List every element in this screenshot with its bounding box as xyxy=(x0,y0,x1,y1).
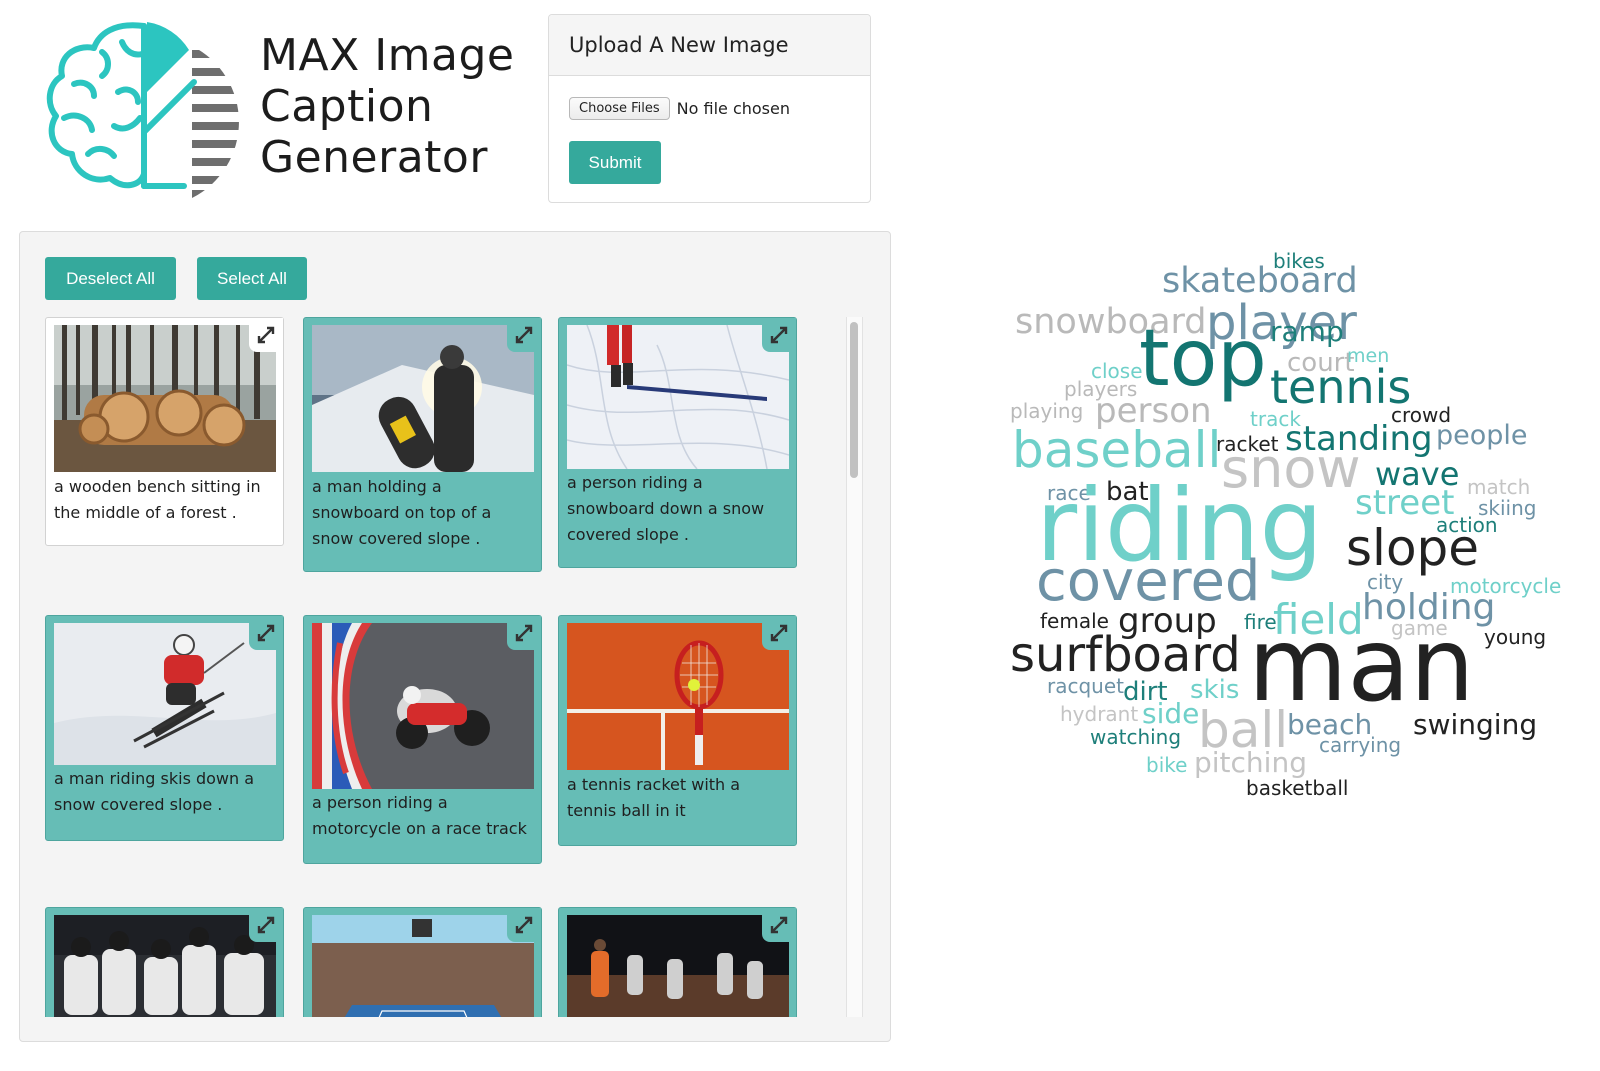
word-basketball: basketball xyxy=(1246,776,1348,800)
upload-panel: Upload A New Image Choose Files No file … xyxy=(548,14,871,203)
title-line-3: Generator xyxy=(260,132,488,183)
image-card[interactable] xyxy=(558,907,797,1017)
gallery-scrollbar[interactable] xyxy=(846,317,863,1017)
word-ramp: ramp xyxy=(1270,315,1344,348)
word-people: people xyxy=(1436,420,1528,451)
image-thumbnail xyxy=(312,325,534,472)
image-card[interactable] xyxy=(45,907,284,1017)
image-thumbnail xyxy=(567,915,789,1017)
app-title: MAX Image Caption Generator xyxy=(260,30,515,183)
image-caption: a wooden bench sitting in the middle of … xyxy=(54,477,261,522)
file-status-text: No file chosen xyxy=(676,99,790,118)
image-caption: a tennis racket with a tennis ball in it xyxy=(567,775,741,820)
word-hydrant: hydrant xyxy=(1060,702,1138,726)
image-thumbnail xyxy=(312,915,534,1017)
image-caption: a person riding a motorcycle on a race t… xyxy=(312,793,527,838)
expand-icon[interactable] xyxy=(249,616,283,650)
expand-icon[interactable] xyxy=(249,908,283,942)
file-input-row: Choose Files No file chosen xyxy=(569,97,790,120)
image-card[interactable]: a person riding a motorcycle on a race t… xyxy=(303,615,542,864)
word-cloud: bikes skateboard snowboard player ramp top cou… xyxy=(990,235,1590,825)
image-card[interactable]: a person riding a snowboard down a snow … xyxy=(558,317,797,568)
deselect-all-button[interactable]: Deselect All xyxy=(45,257,176,300)
image-card[interactable] xyxy=(303,907,542,1017)
image-caption: a man holding a snowboard on top of a sn… xyxy=(312,477,492,548)
expand-icon[interactable] xyxy=(249,318,283,352)
submit-button[interactable]: Submit xyxy=(569,141,661,184)
choose-files-button[interactable]: Choose Files xyxy=(569,97,670,120)
upload-panel-header: Upload A New Image xyxy=(549,15,870,76)
image-card[interactable]: a wooden bench sitting in the middle of … xyxy=(45,317,284,546)
word-young: young xyxy=(1484,625,1546,649)
title-line-2: Caption xyxy=(260,81,434,132)
word-slope: slope xyxy=(1346,519,1479,577)
image-grid: a wooden bench sitting in the middle of … xyxy=(20,314,830,1017)
expand-icon[interactable] xyxy=(762,318,796,352)
expand-icon[interactable] xyxy=(762,616,796,650)
brain-logo-icon xyxy=(44,22,244,200)
image-thumbnail xyxy=(54,915,276,1017)
image-card[interactable]: a tennis racket with a tennis ball in it xyxy=(558,615,797,846)
word-racquet: racquet xyxy=(1047,674,1124,698)
image-thumbnail xyxy=(567,325,789,469)
image-thumbnail xyxy=(54,325,276,472)
image-caption: a man riding skis down a snow covered sl… xyxy=(54,769,255,814)
image-caption: a person riding a snowboard down a snow … xyxy=(567,473,765,544)
image-thumbnail xyxy=(312,623,534,789)
expand-icon[interactable] xyxy=(762,908,796,942)
expand-icon[interactable] xyxy=(507,616,541,650)
select-all-button[interactable]: Select All xyxy=(197,257,307,300)
image-card[interactable]: a man holding a snowboard on top of a sn… xyxy=(303,317,542,572)
image-card[interactable]: a man riding skis down a snow covered sl… xyxy=(45,615,284,841)
word-watching: watching xyxy=(1090,725,1181,749)
word-bike: bike xyxy=(1146,753,1187,777)
word-carrying: carrying xyxy=(1319,733,1401,757)
title-line-1: MAX Image xyxy=(260,30,515,81)
scrollbar-thumb[interactable] xyxy=(850,322,858,478)
image-thumbnail xyxy=(567,623,789,770)
word-pitching: pitching xyxy=(1194,746,1307,779)
word-swinging: swinging xyxy=(1413,708,1537,741)
word-playing: playing xyxy=(1010,399,1083,423)
expand-icon[interactable] xyxy=(507,318,541,352)
expand-icon[interactable] xyxy=(507,908,541,942)
gallery-panel: Deselect All Select All a wooden bench s… xyxy=(19,231,891,1042)
image-thumbnail xyxy=(54,623,276,765)
